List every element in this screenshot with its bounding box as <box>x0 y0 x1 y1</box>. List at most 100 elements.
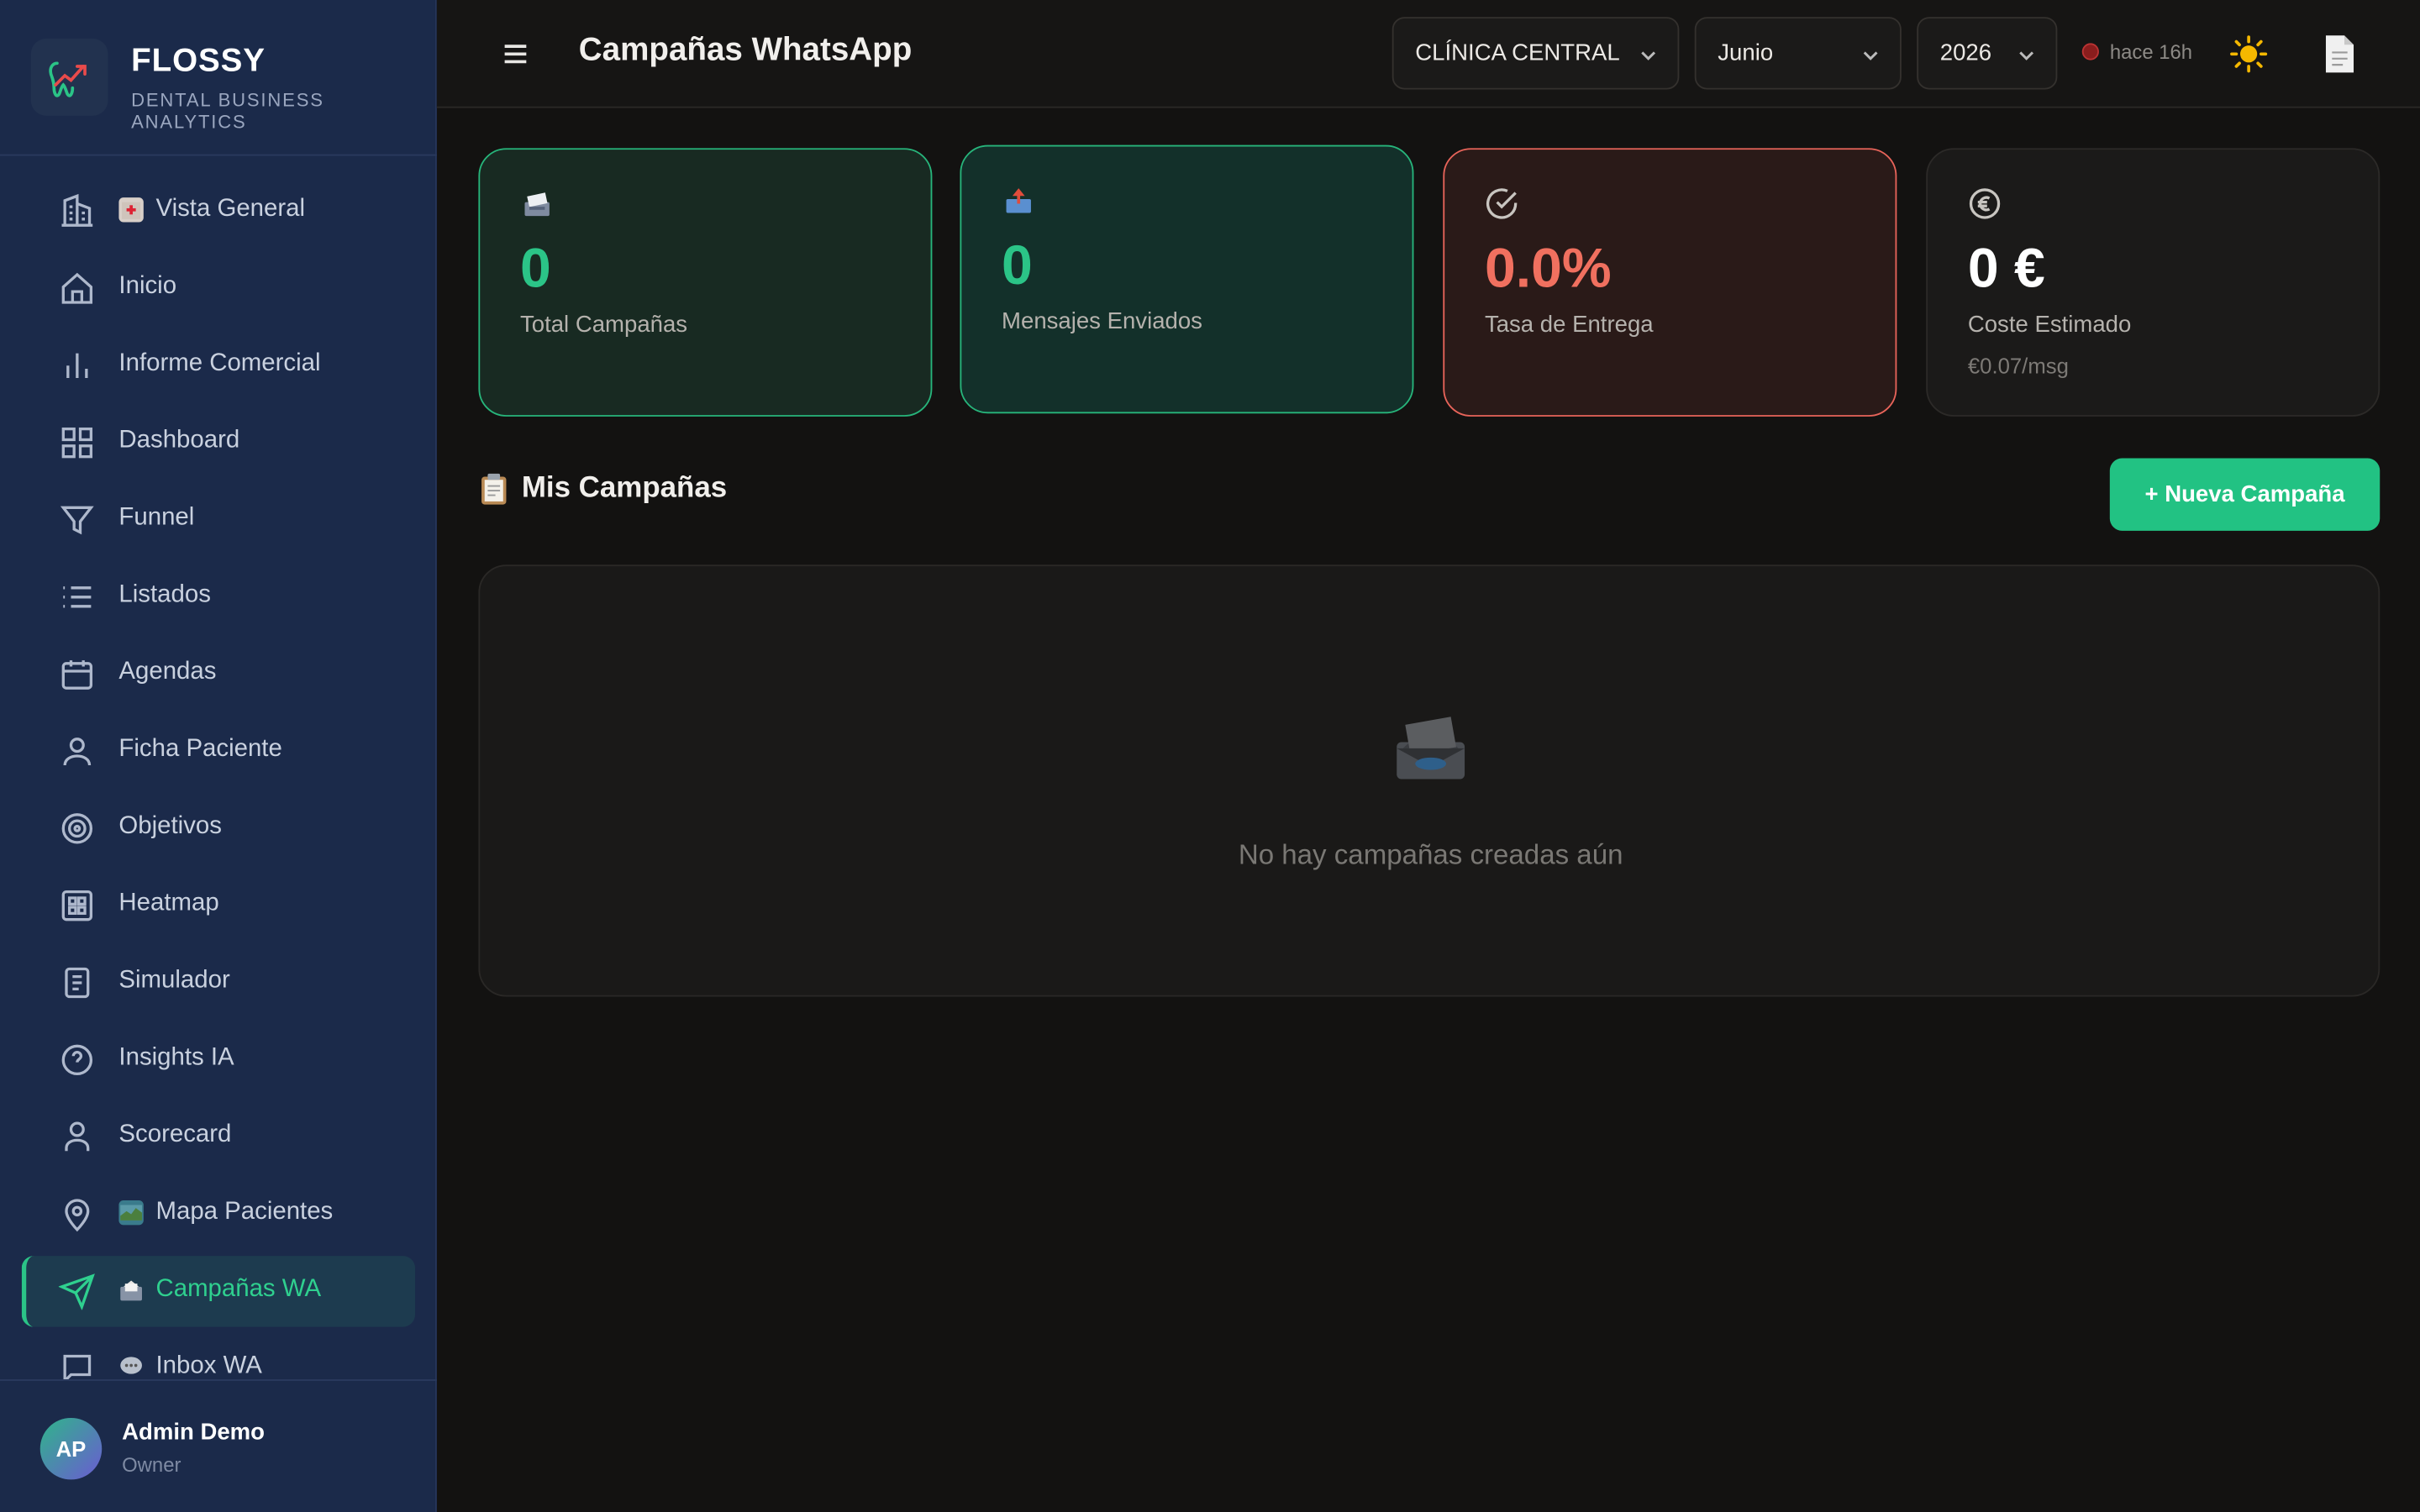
top-bar: Campañas WhatsApp CLÍNICA CENTRAL Junio … <box>436 0 2420 108</box>
sidebar-item-label: Scorecard <box>118 1121 232 1148</box>
user-name: Admin Demo <box>122 1419 266 1446</box>
campaigns-empty-state: No hay campañas creadas aún <box>478 564 2381 997</box>
sidebar-item-label: Vista General <box>155 196 306 223</box>
sync-status: hace 16h <box>2081 39 2193 64</box>
sun-icon[interactable] <box>2228 34 2269 74</box>
outbox-tray-icon <box>1006 188 1031 213</box>
sidebar: FLOSSY DENTAL BUSINESS ANALYTICS Vista G… <box>0 0 437 1512</box>
clipboard-icon <box>481 473 507 505</box>
sidebar-nav: Vista General Inicio Informe Comercial D… <box>0 173 437 1380</box>
stat-label: Coste Estimado <box>1967 312 2132 339</box>
message-icon <box>63 1354 92 1380</box>
chevron-down-icon <box>2019 51 2034 60</box>
new-campaign-button[interactable]: + Nueva Campaña <box>2109 458 2381 531</box>
sidebar-item-label: Listados <box>118 581 211 608</box>
map-emoji-icon <box>118 1200 144 1226</box>
sidebar-item-label: Agendas <box>118 659 217 685</box>
month-select[interactable]: Junio <box>1694 17 1902 90</box>
sidebar-item-label: Mapa Pacientes <box>155 1199 334 1226</box>
avatar: AP <box>39 1417 103 1480</box>
sidebar-item-inicio[interactable]: Inicio <box>22 253 415 323</box>
help-circle-icon <box>61 1044 93 1076</box>
stat-card-tasa-entrega: 0.0% Tasa de Entrega <box>1443 148 1897 417</box>
brand-subtitle: DENTAL BUSINESS ANALYTICS <box>131 89 324 133</box>
user-profile[interactable]: AP Admin Demo Owner <box>0 1379 437 1512</box>
sidebar-item-inbox-wa[interactable]: Inbox WA <box>22 1333 415 1380</box>
sidebar-item-label: Dashboard <box>118 427 240 454</box>
euro-circle-icon <box>1969 188 2001 219</box>
sidebar-item-label: Inicio <box>118 273 177 300</box>
clinic-select[interactable]: CLÍNICA CENTRAL <box>1392 17 1680 90</box>
sidebar-item-label: Insights IA <box>118 1044 234 1071</box>
stat-card-mensajes-enviados: 0 Mensajes Enviados <box>960 144 1414 414</box>
clinic-select-value: CLÍNICA CENTRAL <box>1415 39 1620 66</box>
sidebar-item-agendas[interactable]: Agendas <box>22 638 415 709</box>
speech-bubble-emoji-icon <box>118 1355 143 1379</box>
hospital-emoji-icon <box>118 197 144 223</box>
calendar-icon <box>61 660 93 690</box>
sidebar-item-funnel[interactable]: Funnel <box>22 485 415 555</box>
send-icon <box>58 1273 95 1310</box>
sidebar-item-scorecard[interactable]: Scorecard <box>22 1101 415 1172</box>
building-icon <box>61 193 93 227</box>
funnel-icon <box>60 506 94 535</box>
home-icon <box>61 272 93 304</box>
stat-card-total-campanas: 0 Total Campañas <box>478 148 933 417</box>
stat-label: Mensajes Enviados <box>1002 308 1202 335</box>
section-header: Mis Campañas <box>478 472 727 506</box>
heatmap-icon <box>61 890 93 921</box>
tooth-logo-icon <box>30 38 108 116</box>
bar-chart-icon <box>66 353 88 378</box>
sync-status-text: hace 16h <box>2109 39 2193 64</box>
year-select[interactable]: 2026 <box>1917 17 2058 90</box>
sidebar-item-label: Inbox WA <box>155 1352 262 1380</box>
stat-label: Tasa de Entrega <box>1484 312 1654 339</box>
brand-name: FLOSSY <box>131 43 266 79</box>
user-icon <box>63 738 92 766</box>
sidebar-item-label: Informe Comercial <box>118 349 321 377</box>
sidebar-item-ficha-paciente[interactable]: Ficha Paciente <box>22 716 415 786</box>
empty-state-text: No hay campañas creadas aún <box>1238 839 1623 870</box>
document-icon <box>65 967 90 999</box>
sidebar-item-vista-general[interactable]: Vista General <box>22 176 415 246</box>
hamburger-menu-icon[interactable] <box>498 37 532 71</box>
user-check-icon <box>65 1121 90 1152</box>
sidebar-item-campanas-wa[interactable]: Campañas WA <box>21 1256 416 1327</box>
inbox-tray-icon <box>1397 717 1465 780</box>
list-icon <box>63 586 92 608</box>
stat-card-coste-estimado: 0 € Coste Estimado €0.07/msg <box>1926 148 2381 417</box>
sidebar-item-label: Funnel <box>118 504 195 531</box>
inbox-tray-icon <box>524 192 550 217</box>
stat-label: Total Campañas <box>519 312 688 339</box>
status-dot-icon <box>2081 43 2099 60</box>
sidebar-item-insights-ia[interactable]: Insights IA <box>22 1025 415 1095</box>
map-pin-icon <box>65 1199 90 1232</box>
document-export-icon[interactable] <box>2323 34 2356 74</box>
sidebar-item-simulador[interactable]: Simulador <box>22 948 415 1018</box>
chevron-down-icon <box>1641 51 1656 60</box>
sidebar-item-dashboard[interactable]: Dashboard <box>22 407 415 478</box>
section-title: Mis Campañas <box>521 472 728 505</box>
stat-value: 0 <box>1002 233 1033 297</box>
stat-value: 0 <box>519 236 551 300</box>
grid-icon <box>61 427 93 459</box>
inbox-emoji-icon <box>118 1278 143 1302</box>
year-select-value: 2026 <box>1939 39 1992 66</box>
sidebar-item-label: Heatmap <box>118 890 219 917</box>
sidebar-item-objetivos[interactable]: Objetivos <box>22 793 415 864</box>
stat-sublabel: €0.07/msg <box>1967 353 2069 378</box>
page-title: Campañas WhatsApp <box>578 32 913 68</box>
sidebar-item-label: Simulador <box>118 967 230 994</box>
sidebar-item-label: Objetivos <box>118 812 222 840</box>
target-icon <box>61 813 93 844</box>
month-select-value: Junio <box>1718 39 1774 66</box>
sidebar-item-informe-comercial[interactable]: Informe Comercial <box>22 330 415 401</box>
brand: FLOSSY DENTAL BUSINESS ANALYTICS <box>0 0 437 156</box>
sidebar-item-mapa-pacientes[interactable]: Mapa Pacientes <box>22 1179 415 1249</box>
sidebar-item-label: Ficha Paciente <box>118 736 282 763</box>
stat-value: 0 € <box>1967 236 2045 300</box>
chevron-down-icon <box>1863 51 1878 60</box>
sidebar-item-heatmap[interactable]: Heatmap <box>22 870 415 941</box>
stat-value: 0.0% <box>1484 236 1612 300</box>
sidebar-item-listados[interactable]: Listados <box>22 562 415 633</box>
